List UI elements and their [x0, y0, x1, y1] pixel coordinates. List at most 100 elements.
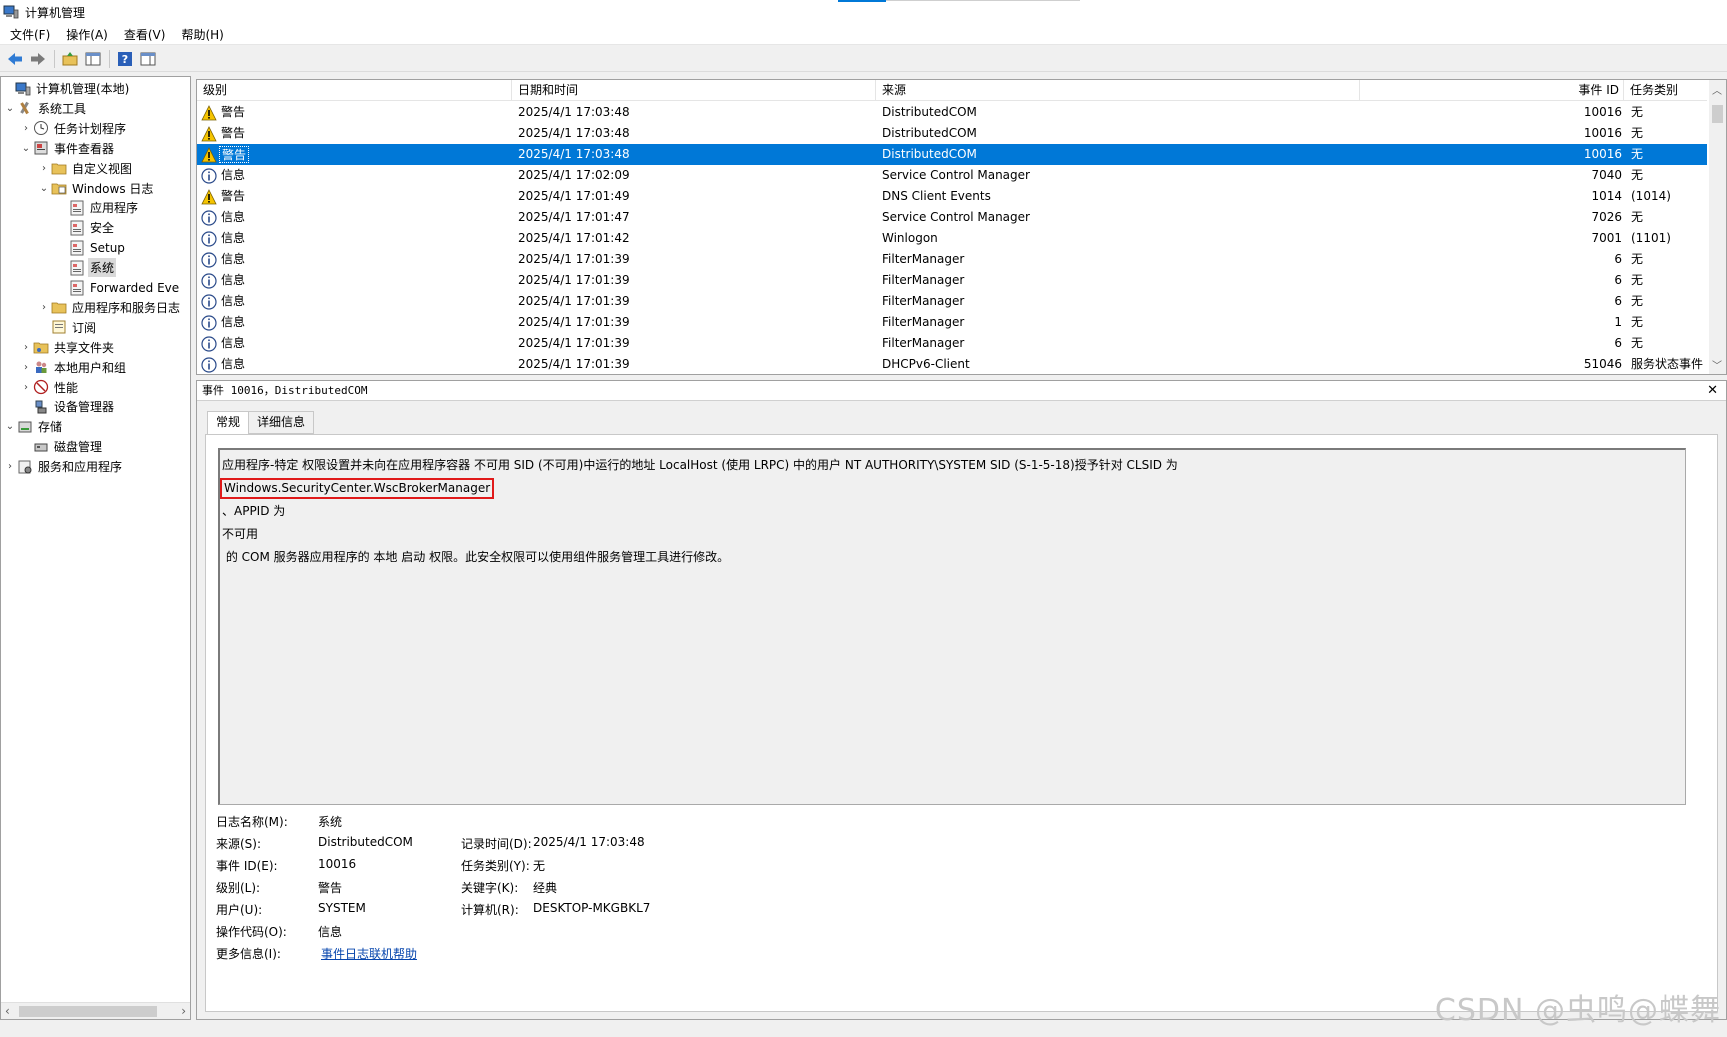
- task-category-value: 无: [533, 859, 546, 873]
- tree-node[interactable]: › 应用程序和服务日志: [37, 298, 182, 317]
- description-line: 、APPID 为: [222, 504, 286, 518]
- tree-node[interactable]: ⌄ 事件查看器: [19, 139, 116, 158]
- cell-event-id: 6: [1614, 273, 1622, 287]
- table-row[interactable]: 信息 2025/4/1 17:01:39 FilterManager 1 无: [197, 312, 1707, 333]
- tree-node-label: 安全: [90, 221, 115, 236]
- pane-splitter[interactable]: [191, 76, 195, 1020]
- show-action-pane-icon[interactable]: [137, 48, 159, 70]
- scroll-right-icon[interactable]: ›: [181, 1004, 186, 1018]
- tab-details[interactable]: 详细信息: [248, 411, 315, 434]
- log-icon: [69, 280, 85, 296]
- tab-general[interactable]: 常规: [207, 411, 250, 435]
- level-text: 信息: [221, 294, 246, 308]
- tree-node-label: Forwarded Eve: [90, 280, 180, 295]
- logged-label: 记录时间(D):: [461, 837, 532, 851]
- event-description[interactable]: 应用程序-特定 权限设置并未向在应用程序容器 不可用 SID (不可用)中运行的…: [218, 448, 1686, 805]
- tree-node[interactable]: ⌄ 系统工具: [3, 99, 88, 118]
- cell-task-category: 无: [1631, 336, 1644, 350]
- tree-node[interactable]: › 自定义视图: [37, 159, 134, 178]
- menu-file[interactable]: 文件(F): [4, 26, 56, 43]
- more-info-link[interactable]: 事件日志联机帮助: [321, 945, 417, 962]
- chevron-down-icon[interactable]: ⌄: [3, 421, 17, 432]
- chevron-right-icon[interactable]: ›: [37, 163, 51, 174]
- cell-datetime: 2025/4/1 17:03:48: [518, 105, 630, 119]
- chevron-right-icon[interactable]: ›: [37, 302, 51, 313]
- table-row[interactable]: 警告 2025/4/1 17:03:48 DistributedCOM 10016 无: [197, 123, 1707, 144]
- tree-node[interactable]: › 共享文件夹: [19, 338, 116, 357]
- table-row[interactable]: 信息 2025/4/1 17:02:09 Service Control Manag…: [197, 165, 1707, 186]
- tree-node[interactable]: › 本地用户和组: [19, 358, 128, 377]
- tree-node[interactable]: ⌄ 存储: [3, 417, 64, 436]
- scroll-up-icon[interactable]: ︿: [1712, 82, 1722, 97]
- table-row[interactable]: 信息 2025/4/1 17:01:39 DHCPv6-Client 51046 服务状…: [197, 354, 1707, 374]
- tree-horizontal-scrollbar[interactable]: ‹ ›: [1, 1002, 190, 1019]
- cell-event-id: 6: [1614, 252, 1622, 266]
- table-row[interactable]: 警告 2025/4/1 17:03:48 DistributedCOM 10016 无: [197, 102, 1707, 123]
- cell-event-id: 1: [1614, 315, 1622, 329]
- column-header-task-category[interactable]: 任务类别: [1624, 80, 1707, 101]
- tree-node[interactable]: › 服务和应用程序: [3, 457, 124, 476]
- computer-value: DESKTOP-MKGBKL7: [533, 901, 651, 915]
- chevron-down-icon[interactable]: ⌄: [19, 143, 33, 154]
- tree-node[interactable]: › 性能: [19, 378, 80, 397]
- tree-node[interactable]: › 任务计划程序: [19, 119, 128, 138]
- chevron-down-icon[interactable]: ⌄: [37, 183, 51, 194]
- up-folder-icon[interactable]: [59, 48, 81, 70]
- tree-node[interactable]: 系统: [55, 258, 117, 278]
- chevron-right-icon[interactable]: ›: [19, 382, 33, 393]
- cell-datetime: 2025/4/1 17:01:39: [518, 315, 630, 329]
- menu-help[interactable]: 帮助(H): [175, 26, 229, 43]
- close-icon[interactable]: ✕: [1707, 381, 1718, 401]
- tree-node-label: Windows 日志: [72, 181, 154, 196]
- scroll-left-icon[interactable]: ‹: [5, 1004, 10, 1018]
- tree-node[interactable]: 设备管理器: [19, 397, 116, 416]
- event-list-scrollbar[interactable]: ︿ ﹀: [1709, 80, 1726, 374]
- cell-event-id: 10016: [1583, 105, 1622, 119]
- description-line: 应用程序-特定 权限设置并未向在应用程序容器 不可用 SID (不可用)中运行的…: [222, 458, 1178, 472]
- forward-arrow-icon[interactable]: [27, 48, 49, 70]
- column-header-source[interactable]: 来源: [876, 80, 1360, 101]
- table-row[interactable]: 信息 2025/4/1 17:01:39 FilterManager 6 无: [197, 249, 1707, 270]
- menu-action[interactable]: 操作(A): [60, 26, 114, 43]
- table-row[interactable]: 信息 2025/4/1 17:01:47 Service Control Manag…: [197, 207, 1707, 228]
- tree-node[interactable]: Setup: [55, 238, 127, 257]
- column-header-event-id[interactable]: 事件 ID: [1360, 80, 1624, 101]
- chevron-right-icon[interactable]: ›: [19, 342, 33, 353]
- chevron-right-icon[interactable]: ›: [19, 123, 33, 134]
- table-row[interactable]: 信息 2025/4/1 17:01:42 Winlogon 7001 (1101): [197, 228, 1707, 249]
- level-text: 警告: [221, 105, 246, 119]
- scrollbar-thumb[interactable]: [1712, 105, 1723, 123]
- table-row[interactable]: 信息 2025/4/1 17:01:39 FilterManager 6 无: [197, 333, 1707, 354]
- table-row[interactable]: 警告 2025/4/1 17:03:48 DistributedCOM 10016 无: [197, 144, 1707, 165]
- table-row[interactable]: 警告 2025/4/1 17:01:49 DNS Client Events 1014…: [197, 186, 1707, 207]
- tree-node[interactable]: Forwarded Eve: [55, 278, 181, 297]
- chevron-down-icon[interactable]: ⌄: [3, 103, 17, 114]
- folder-log-icon: [51, 180, 67, 196]
- back-arrow-icon[interactable]: [4, 48, 26, 70]
- chevron-right-icon[interactable]: ›: [19, 362, 33, 373]
- column-header-datetime[interactable]: 日期和时间: [512, 80, 876, 101]
- accent-strip-secondary: [886, 0, 1080, 1]
- menu-view[interactable]: 查看(V): [118, 26, 172, 43]
- cell-datetime: 2025/4/1 17:03:48: [518, 147, 630, 161]
- cell-source: FilterManager: [882, 273, 965, 287]
- tree-node[interactable]: 安全: [55, 218, 116, 237]
- show-hide-tree-icon[interactable]: [82, 48, 104, 70]
- scroll-down-icon[interactable]: ﹀: [1712, 357, 1722, 372]
- level-text: 警告: [221, 189, 246, 203]
- tree-node[interactable]: 磁盘管理: [19, 437, 104, 456]
- help-icon[interactable]: ?: [114, 48, 136, 70]
- scrollbar-thumb[interactable]: [19, 1006, 157, 1017]
- cell-event-id: 10016: [1583, 126, 1622, 140]
- tree-node[interactable]: ⌄ Windows 日志: [37, 179, 155, 198]
- tree-node[interactable]: 应用程序: [55, 198, 140, 217]
- chevron-right-icon[interactable]: ›: [3, 461, 17, 472]
- column-header-level[interactable]: 级别: [197, 80, 512, 101]
- tree-node[interactable]: 订阅: [37, 318, 98, 337]
- cell-task-category: (1014): [1631, 189, 1671, 203]
- clock-icon: [33, 120, 49, 136]
- table-row[interactable]: 信息 2025/4/1 17:01:39 FilterManager 6 无: [197, 291, 1707, 312]
- table-row[interactable]: 信息 2025/4/1 17:01:39 FilterManager 6 无: [197, 270, 1707, 291]
- cell-datetime: 2025/4/1 17:01:39: [518, 336, 630, 350]
- tree-node[interactable]: 计算机管理(本地): [1, 79, 131, 98]
